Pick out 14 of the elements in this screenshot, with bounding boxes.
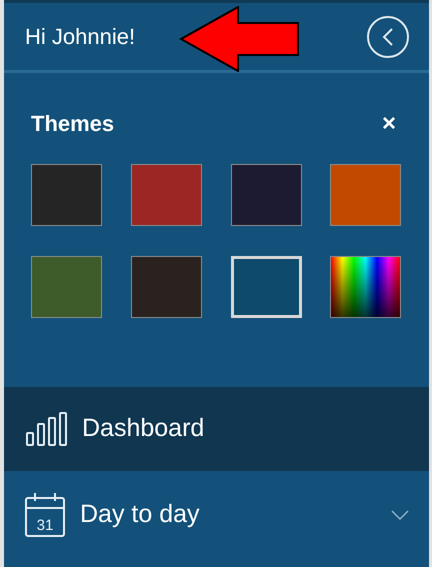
bar-chart-icon	[25, 412, 67, 446]
theme-swatch[interactable]	[230, 164, 302, 226]
greeting: Hi Johnnie!	[25, 23, 136, 51]
themes-title: Themes	[31, 110, 114, 138]
theme-swatch[interactable]	[130, 256, 202, 318]
theme-swatch[interactable]	[31, 164, 102, 226]
collapse-button[interactable]	[367, 16, 409, 58]
theme-swatch[interactable]	[130, 164, 202, 226]
close-button[interactable]: ×	[382, 112, 396, 136]
chevron-left-icon	[381, 26, 395, 46]
theme-swatch[interactable]	[330, 164, 402, 226]
theme-swatch[interactable]	[330, 256, 402, 318]
menu-item[interactable]: Dashboard	[4, 387, 429, 471]
theme-swatch[interactable]	[31, 256, 102, 318]
